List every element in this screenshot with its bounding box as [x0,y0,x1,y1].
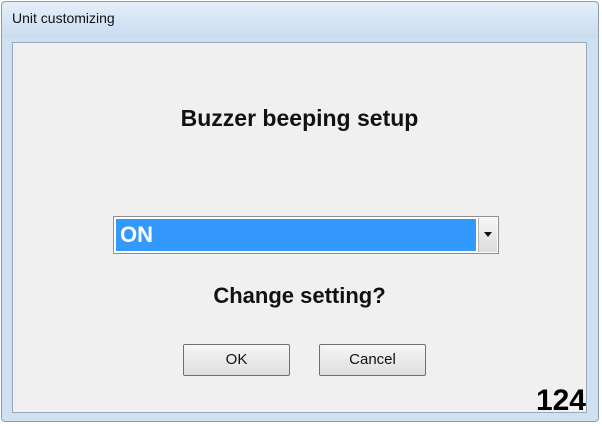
confirm-question: Change setting? [213,283,386,308]
dialog-body: Buzzer beeping setup ON Change setting? … [12,42,587,413]
selected-value[interactable]: ON [116,219,476,251]
dropdown-button[interactable] [478,218,497,252]
page-number: 124 [535,384,586,417]
cancel-button[interactable]: Cancel [319,344,426,376]
chevron-down-icon [484,232,492,237]
setup-heading: Buzzer beeping setup [180,105,419,131]
buzzer-setting-dropdown[interactable]: ON [113,216,499,254]
window-title: Unit customizing [12,10,115,26]
title-bar[interactable]: Unit customizing [2,2,598,38]
ok-button[interactable]: OK [183,344,290,376]
dialog-window: Unit customizing Buzzer beeping setup ON… [1,1,599,422]
